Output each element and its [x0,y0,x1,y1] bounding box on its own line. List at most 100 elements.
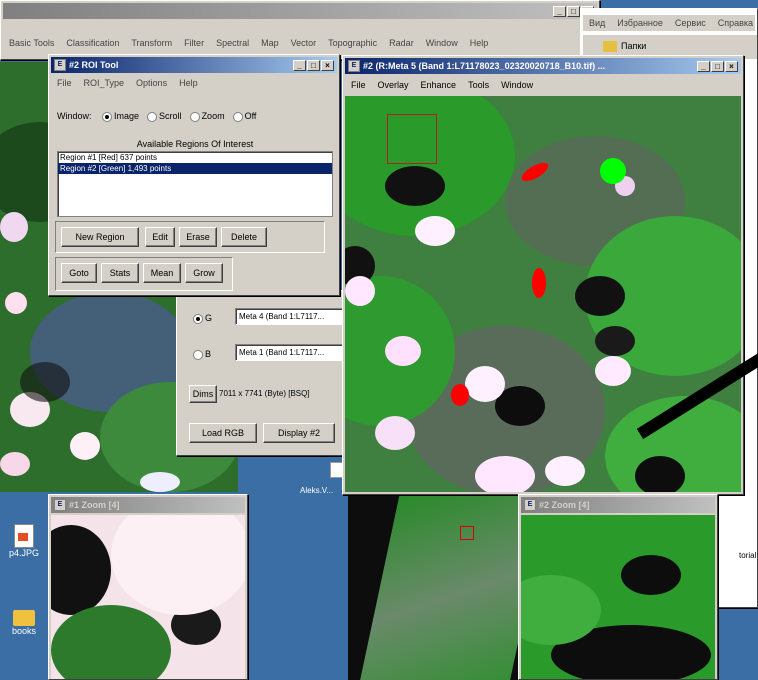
maximize-button[interactable]: □ [711,61,724,72]
radio-label-image: Image [114,111,140,121]
image-menu-file[interactable]: File [345,80,372,90]
zoom-box-indicator[interactable] [387,114,437,164]
aleks-label: Aleks.V... [300,486,334,495]
b-band-field[interactable]: Meta 1 (Band 1:L7117... [235,344,345,361]
maximize-button[interactable]: □ [567,6,580,17]
close-button[interactable]: × [321,60,334,71]
envi-menu-basic-tools[interactable]: Basic Tools [3,38,60,48]
maximize-button[interactable]: □ [307,60,320,71]
radio-button-scroll[interactable] [147,111,158,122]
minimize-button[interactable]: _ [697,61,710,72]
zoom2-image[interactable] [521,515,715,679]
desktop-icon-books[interactable]: books [4,610,44,636]
goto-button[interactable]: Goto [61,263,97,283]
delete-button[interactable]: Delete [221,227,267,247]
image-menu-enhance[interactable]: Enhance [415,80,463,90]
window-radio-group: Window: Image Scroll Zoom Off [57,111,256,122]
envi-menu-filter[interactable]: Filter [178,38,210,48]
mean-button[interactable]: Mean [143,263,181,283]
zoom1-title: #1 Zoom [4] [69,500,120,510]
roi-menu-roi-type[interactable]: ROI_Type [78,78,131,88]
envi-menu-vector[interactable]: Vector [285,38,323,48]
b-radio-row[interactable]: B [193,349,211,360]
radio-off[interactable]: Off [232,111,257,122]
envi-menu-window[interactable]: Window [420,38,464,48]
envi-menu-help[interactable]: Help [464,38,495,48]
folder-icon [13,610,35,626]
minimize-button[interactable]: _ [553,6,566,17]
minimize-button[interactable]: _ [293,60,306,71]
g-radio-row[interactable]: G [193,313,212,324]
desktop-area: p4.JPG books [0,492,48,680]
envi-app-icon: E [54,499,66,511]
edit-button[interactable]: Edit [145,227,175,247]
radio-label-off: Off [244,111,257,121]
envi-main-titlebar[interactable]: _ □ × [3,3,597,19]
roi-tool-titlebar[interactable]: E #2 ROI Tool _ □ × [51,57,337,73]
window-label: Window: [57,111,92,121]
zoom1-titlebar[interactable]: E #1 Zoom [4] [51,497,245,513]
radio-image[interactable]: Image [102,111,140,122]
envi-menu-classification[interactable]: Classification [60,38,125,48]
desktop-icon-p4[interactable]: p4.JPG [4,524,44,558]
image-display-window: E #2 (R:Meta 5 (Band 1:L71178023_0232002… [342,55,744,495]
envi-menu-map[interactable]: Map [255,38,285,48]
grow-button[interactable]: Grow [185,263,223,283]
roi-menu-file[interactable]: File [51,78,78,88]
envi-app-icon: E [54,59,66,71]
radio-scroll[interactable]: Scroll [147,111,182,122]
new-region-button[interactable]: New Region [61,227,139,247]
roi-tool-menubar: File ROI_Type Options Help [51,75,337,91]
display-button[interactable]: Display #2 [263,423,335,443]
radio-button-image[interactable] [102,111,113,122]
zoom1-image[interactable] [51,515,245,679]
b-radio[interactable] [193,349,203,360]
roi-region-red-2 [532,268,546,298]
radio-label-zoom: Zoom [201,111,225,121]
erase-button[interactable]: Erase [179,227,217,247]
roi-region-red-3 [451,384,469,406]
regions-list[interactable]: Region #1 [Red] 637 points Region #2 [Gr… [57,151,333,217]
scroll-box-indicator[interactable] [460,526,474,540]
roi-tool-window: E #2 ROI Tool _ □ × File ROI_Type Options H… [48,54,340,296]
image-window-titlebar[interactable]: E #2 (R:Meta 5 (Band 1:L71178023_0232002… [345,58,741,74]
explorer-menubar: Вид Избранное Сервис Справка [583,15,755,31]
folder-icon[interactable] [603,41,617,52]
g-band-field[interactable]: Meta 4 (Band 1:L7117... [235,308,345,325]
radio-button-zoom[interactable] [189,111,200,122]
envi-menu-radar[interactable]: Radar [383,38,420,48]
radio-zoom[interactable]: Zoom [189,111,225,122]
region-item-1[interactable]: Region #1 [Red] 637 points [58,152,332,163]
folders-label[interactable]: Папки [621,41,646,51]
roi-menu-options[interactable]: Options [130,78,173,88]
scroll-window-image[interactable] [348,496,520,680]
zoom2-titlebar[interactable]: E #2 Zoom [4] [521,497,715,513]
explorer-menu-справка[interactable]: Справка [712,18,757,28]
region-item-2[interactable]: Region #2 [Green] 1,493 points [58,163,332,174]
zoom2-window: E #2 Zoom [4] [518,494,718,680]
load-rgb-button[interactable]: Load RGB [189,423,257,443]
roi-tool-title: #2 ROI Tool [69,60,119,70]
zoom1-window: E #1 Zoom [4] [48,494,248,680]
image-window-title: #2 (R:Meta 5 (Band 1:L71178023_023200207… [363,61,606,71]
explorer-menu-избранное[interactable]: Избранное [611,18,669,28]
satellite-image-canvas[interactable] [345,96,741,492]
g-radio[interactable] [193,313,203,324]
stats-button[interactable]: Stats [101,263,139,283]
roi-menu-help[interactable]: Help [173,78,204,88]
roi-region-green [600,158,626,184]
envi-menu-spectral[interactable]: Spectral [210,38,255,48]
image-menu-tools[interactable]: Tools [462,80,495,90]
envi-menu-transform[interactable]: Transform [125,38,178,48]
explorer-menu-вид[interactable]: Вид [583,18,611,28]
dims-value: 7011 x 7741 (Byte) [BSQ] [219,389,310,398]
image-menu-overlay[interactable]: Overlay [372,80,415,90]
close-button[interactable]: × [725,61,738,72]
radio-label-scroll: Scroll [159,111,182,121]
explorer-menu-сервис[interactable]: Сервис [669,18,712,28]
envi-menu-topographic[interactable]: Topographic [322,38,383,48]
dims-button[interactable]: Dims [189,385,217,403]
radio-button-off[interactable] [232,111,243,122]
image-window-menubar: File Overlay Enhance Tools Window [345,77,741,93]
image-menu-window[interactable]: Window [495,80,539,90]
